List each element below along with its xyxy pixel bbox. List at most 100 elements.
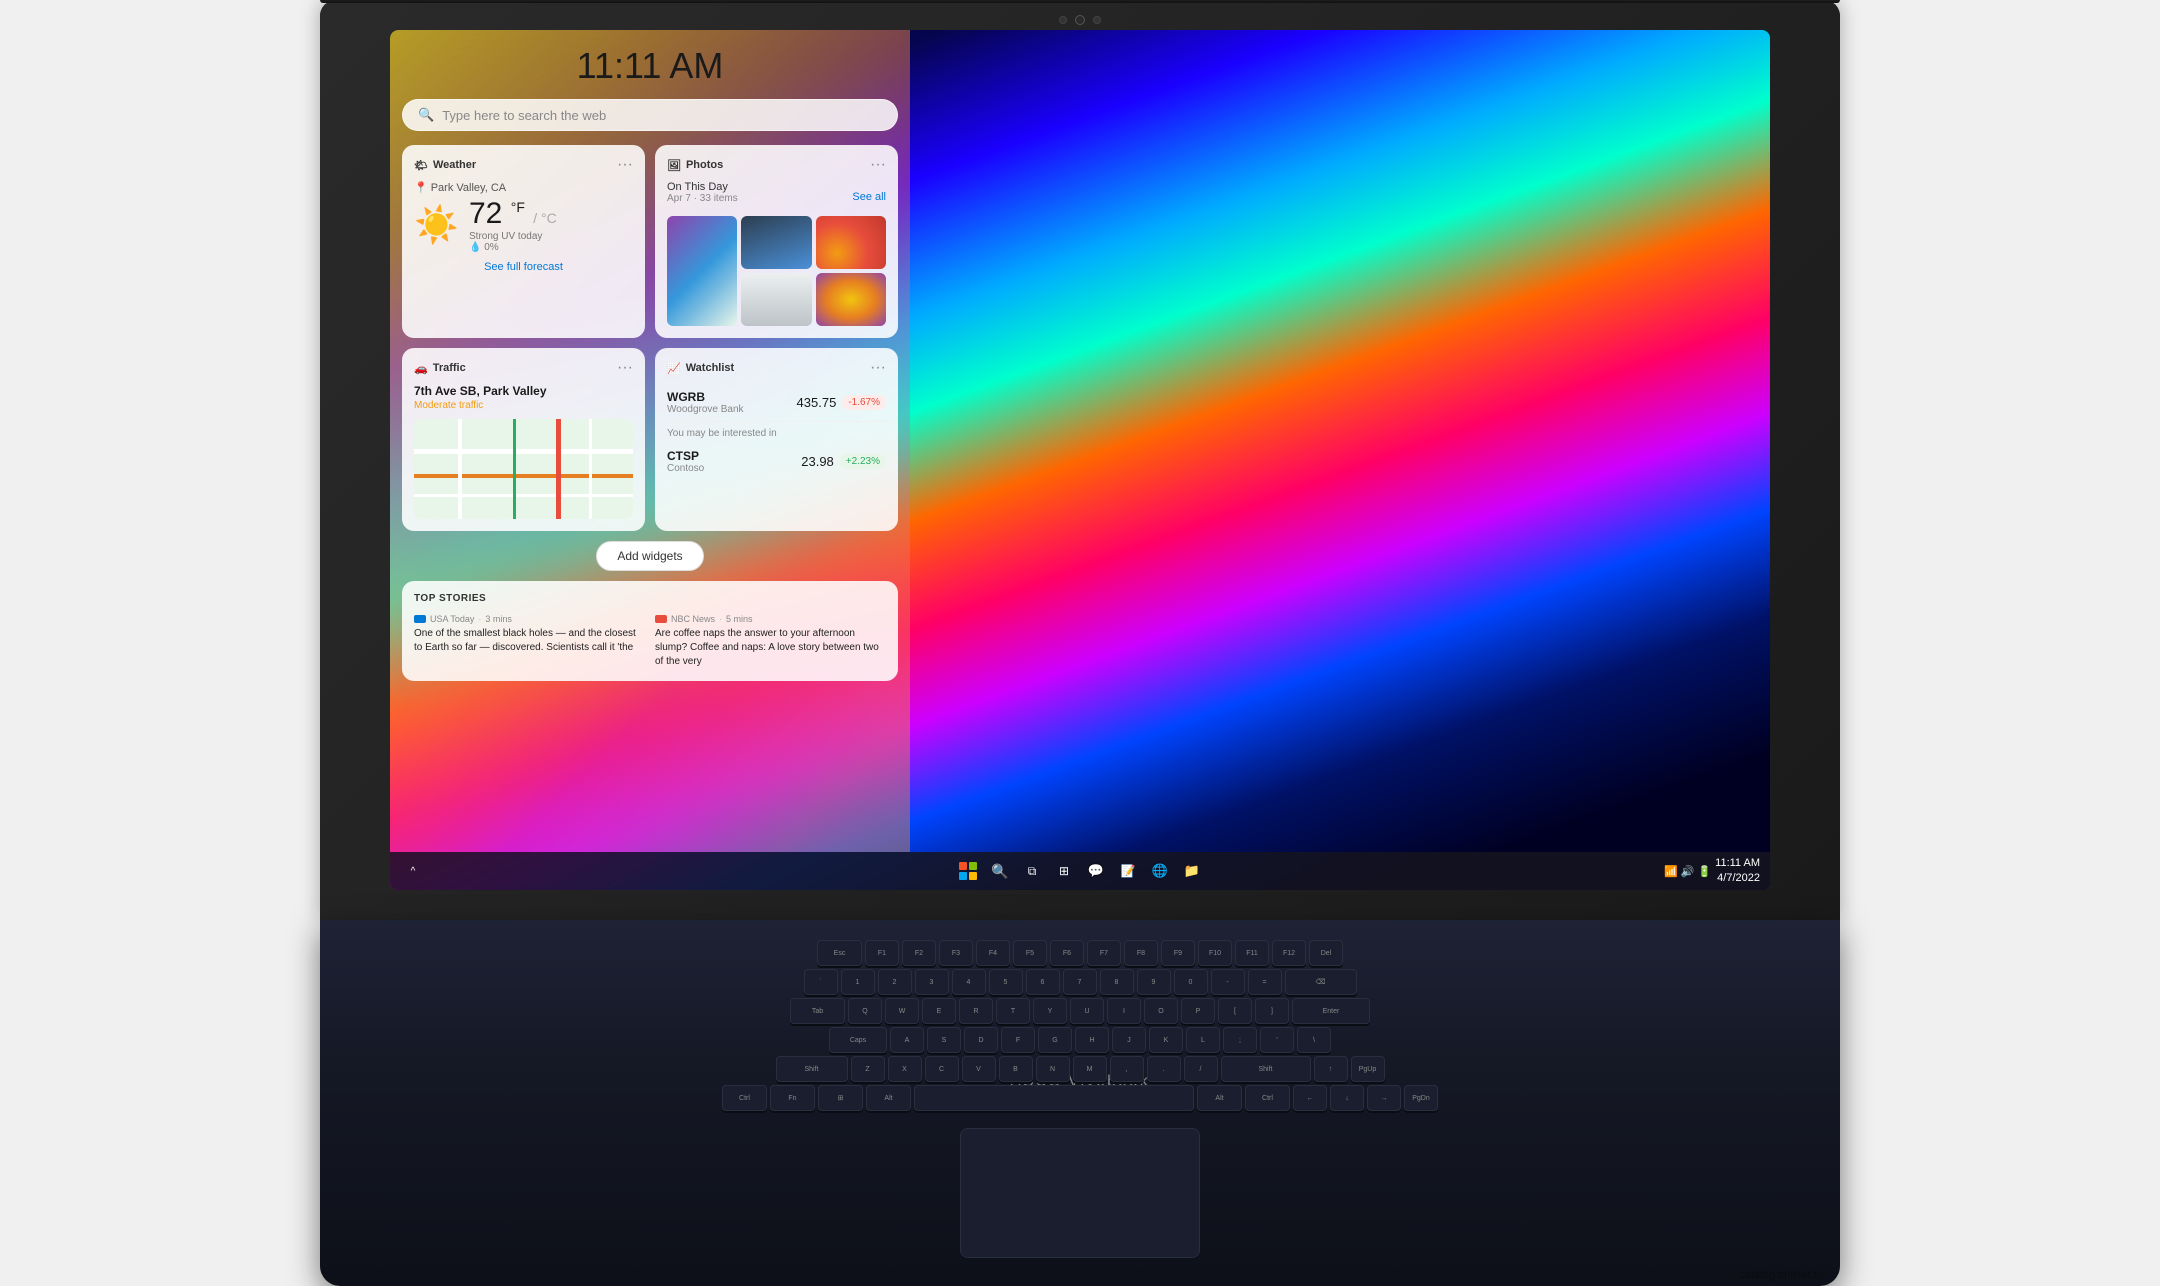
key-backslash[interactable]: \ (1297, 1027, 1331, 1053)
key-q[interactable]: Q (848, 998, 882, 1024)
key-esc[interactable]: Esc (817, 940, 862, 966)
key-0[interactable]: 0 (1174, 969, 1208, 995)
key-x[interactable]: X (888, 1056, 922, 1082)
key-ctrl-right[interactable]: Ctrl (1245, 1085, 1290, 1111)
key-f1[interactable]: F1 (865, 940, 899, 966)
windows-start-button[interactable] (955, 858, 981, 884)
key-f6[interactable]: F6 (1050, 940, 1084, 966)
key-6[interactable]: 6 (1026, 969, 1060, 995)
taskbar-search-button[interactable]: 🔍 (987, 858, 1013, 884)
key-j[interactable]: J (1112, 1027, 1146, 1053)
key-8[interactable]: 8 (1100, 969, 1134, 995)
key-f4[interactable]: F4 (976, 940, 1010, 966)
taskbar-taskview-button[interactable]: ⧉ (1019, 858, 1045, 884)
key-space[interactable] (914, 1085, 1194, 1111)
key-w[interactable]: W (885, 998, 919, 1024)
key-f3[interactable]: F3 (939, 940, 973, 966)
photos-widget[interactable]: 🖼 Photos ··· On This Day Apr 7 · 33 item… (655, 145, 898, 338)
key-minus[interactable]: - (1211, 969, 1245, 995)
key-ctrl-left[interactable]: Ctrl (722, 1085, 767, 1111)
key-down[interactable]: ↓ (1330, 1085, 1364, 1111)
key-f11[interactable]: F11 (1235, 940, 1269, 966)
add-widgets-button[interactable]: Add widgets (596, 541, 703, 571)
weather-more-button[interactable]: ··· (617, 157, 633, 173)
key-1[interactable]: 1 (841, 969, 875, 995)
key-f9[interactable]: F9 (1161, 940, 1195, 966)
watchlist-more-button[interactable]: ··· (870, 360, 886, 376)
key-p[interactable]: P (1181, 998, 1215, 1024)
key-s[interactable]: S (927, 1027, 961, 1053)
widgets-panel[interactable]: 11:11 AM 🔍 Type here to search the web 🌤 (390, 30, 910, 852)
weather-forecast-link[interactable]: See full forecast (414, 261, 633, 273)
key-shift-right[interactable]: Shift (1221, 1056, 1311, 1082)
key-u[interactable]: U (1070, 998, 1104, 1024)
key-n[interactable]: N (1036, 1056, 1070, 1082)
key-a[interactable]: A (890, 1027, 924, 1053)
story-item-2[interactable]: NBC News · 5 mins Are coffee naps the an… (655, 614, 886, 669)
key-semicolon[interactable]: ; (1223, 1027, 1257, 1053)
key-i[interactable]: I (1107, 998, 1141, 1024)
key-capslock[interactable]: Caps (829, 1027, 887, 1053)
key-b[interactable]: B (999, 1056, 1033, 1082)
key-shift-left[interactable]: Shift (776, 1056, 848, 1082)
key-d[interactable]: D (964, 1027, 998, 1053)
traffic-widget[interactable]: 🚗 Traffic ··· 7th Ave SB, Park Valley Mo… (402, 348, 645, 531)
key-f[interactable]: F (1001, 1027, 1035, 1053)
key-3[interactable]: 3 (915, 969, 949, 995)
key-alt-left[interactable]: Alt (866, 1085, 911, 1111)
taskbar-clock[interactable]: 11:11 AM 4/7/2022 (1715, 856, 1760, 887)
key-pgup[interactable]: PgUp (1351, 1056, 1385, 1082)
key-f10[interactable]: F10 (1198, 940, 1232, 966)
key-4[interactable]: 4 (952, 969, 986, 995)
key-r[interactable]: R (959, 998, 993, 1024)
key-slash[interactable]: / (1184, 1056, 1218, 1082)
key-lbracket[interactable]: [ (1218, 998, 1252, 1024)
key-o[interactable]: O (1144, 998, 1178, 1024)
key-z[interactable]: Z (851, 1056, 885, 1082)
key-v[interactable]: V (962, 1056, 996, 1082)
key-h[interactable]: H (1075, 1027, 1109, 1053)
photos-more-button[interactable]: ··· (870, 157, 886, 173)
key-y[interactable]: Y (1033, 998, 1067, 1024)
key-backspace[interactable]: ⌫ (1285, 969, 1357, 995)
key-up[interactable]: ↑ (1314, 1056, 1348, 1082)
key-7[interactable]: 7 (1063, 969, 1097, 995)
key-enter[interactable]: Enter (1292, 998, 1370, 1024)
taskbar-chevron-icon[interactable]: ^ (400, 858, 426, 884)
key-5[interactable]: 5 (989, 969, 1023, 995)
key-g[interactable]: G (1038, 1027, 1072, 1053)
key-9[interactable]: 9 (1137, 969, 1171, 995)
key-f5[interactable]: F5 (1013, 940, 1047, 966)
key-right[interactable]: → (1367, 1085, 1401, 1111)
taskbar-chat-button[interactable]: 💬 (1083, 858, 1109, 884)
taskbar-widgets-button[interactable]: ⊞ (1051, 858, 1077, 884)
key-tab[interactable]: Tab (790, 998, 845, 1024)
touchpad[interactable] (960, 1128, 1200, 1258)
traffic-more-button[interactable]: ··· (617, 360, 633, 376)
key-e[interactable]: E (922, 998, 956, 1024)
key-c[interactable]: C (925, 1056, 959, 1082)
taskbar-notes-button[interactable]: 📝 (1115, 858, 1141, 884)
key-quote[interactable]: ' (1260, 1027, 1294, 1053)
key-k[interactable]: K (1149, 1027, 1183, 1053)
search-bar[interactable]: 🔍 Type here to search the web (402, 99, 898, 131)
key-comma[interactable]: , (1110, 1056, 1144, 1082)
key-equals[interactable]: = (1248, 969, 1282, 995)
taskbar-edge-button[interactable]: 🌐 (1147, 858, 1173, 884)
key-rbracket[interactable]: ] (1255, 998, 1289, 1024)
photos-see-all-link[interactable]: See all (852, 191, 886, 203)
story-item-1[interactable]: USA Today · 3 mins One of the smallest b… (414, 614, 645, 669)
weather-widget[interactable]: 🌤 Weather ··· 📍 Park Valley, CA ☀️ (402, 145, 645, 338)
key-pgdn[interactable]: PgDn (1404, 1085, 1438, 1111)
taskbar-explorer-button[interactable]: 📁 (1179, 858, 1205, 884)
watchlist-widget[interactable]: 📈 Watchlist ··· WGRB Woodgrove Bank (655, 348, 898, 531)
key-del[interactable]: Del (1309, 940, 1343, 966)
key-m[interactable]: M (1073, 1056, 1107, 1082)
key-period[interactable]: . (1147, 1056, 1181, 1082)
key-t[interactable]: T (996, 998, 1030, 1024)
key-backtick[interactable]: ` (804, 969, 838, 995)
key-win[interactable]: ⊞ (818, 1085, 863, 1111)
key-f8[interactable]: F8 (1124, 940, 1158, 966)
key-left[interactable]: ← (1293, 1085, 1327, 1111)
key-fn[interactable]: Fn (770, 1085, 815, 1111)
